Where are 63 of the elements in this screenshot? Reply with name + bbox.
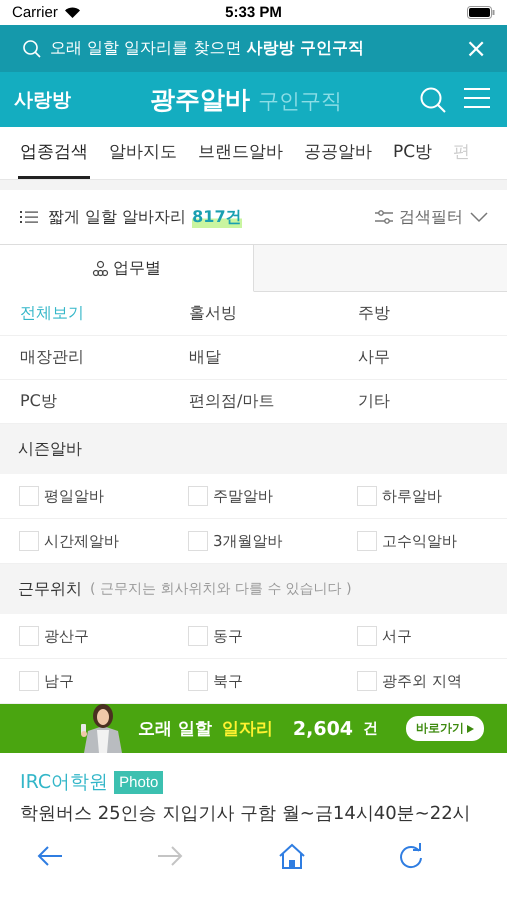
checkbox[interactable] bbox=[19, 671, 39, 691]
ad-unit: 건 bbox=[363, 719, 378, 738]
checkbox-label[interactable]: 광주외 지역 bbox=[382, 672, 462, 690]
section-title: 시즌알바 bbox=[18, 438, 82, 460]
category-option[interactable]: 사무 bbox=[338, 336, 507, 380]
nav-tab[interactable]: PC방 bbox=[391, 127, 434, 179]
menu-icon[interactable] bbox=[463, 86, 491, 110]
home-icon bbox=[276, 842, 307, 872]
checkbox-label[interactable]: 시간제알바 bbox=[44, 532, 119, 550]
ad-count: 2,604 bbox=[292, 718, 354, 740]
checkbox-label[interactable]: 3개월알바 bbox=[213, 532, 283, 550]
ad-text: 오래 일할 bbox=[138, 718, 212, 740]
checkbox[interactable] bbox=[19, 626, 39, 646]
battery-icon bbox=[467, 6, 495, 19]
photo-badge: Photo bbox=[114, 770, 164, 794]
checkbox-label[interactable]: 평일알바 bbox=[44, 486, 104, 506]
result-count: 817건 bbox=[192, 206, 242, 228]
checkbox[interactable] bbox=[357, 531, 377, 551]
nav-tab[interactable]: 업종검색 bbox=[18, 127, 90, 179]
checkbox[interactable] bbox=[19, 486, 39, 506]
checkbox[interactable] bbox=[188, 486, 208, 506]
checkbox-label[interactable]: 고수익알바 bbox=[382, 532, 457, 550]
view-tab[interactable]: 업무별 bbox=[0, 244, 254, 292]
wifi-icon bbox=[64, 6, 81, 19]
category-option[interactable]: 홀서빙 bbox=[169, 292, 338, 336]
nav-tab[interactable]: 공공알바 bbox=[302, 127, 374, 179]
checkbox[interactable] bbox=[188, 531, 208, 551]
checkbox-label[interactable]: 동구 bbox=[213, 626, 243, 646]
category-option[interactable]: 주방 bbox=[338, 292, 507, 336]
summary-text: 짧게 일할 알바자리 bbox=[48, 206, 186, 228]
checkbox[interactable] bbox=[357, 626, 377, 646]
play-icon bbox=[467, 724, 474, 732]
clock-time: 5:33 PM bbox=[225, 4, 282, 21]
category-option[interactable]: 매장관리 bbox=[0, 336, 169, 380]
category-option[interactable]: 배달 bbox=[169, 336, 338, 380]
section-title: 근무위치 bbox=[18, 578, 82, 600]
site-subtitle: 구인구직 bbox=[258, 88, 342, 115]
section-note: ( 근무지는 회사위치와 다를 수 있습니다 ) bbox=[90, 580, 352, 598]
checkbox-label[interactable]: 남구 bbox=[44, 672, 74, 690]
home-button[interactable] bbox=[276, 842, 307, 872]
checkbox-label[interactable]: 하루알바 bbox=[382, 486, 442, 506]
checkbox-label[interactable]: 서구 bbox=[382, 626, 412, 646]
job-title[interactable]: 학원버스 25인승 지입기사 구함 월~금14시40분~22시 bbox=[20, 801, 487, 825]
checkbox[interactable] bbox=[19, 531, 39, 551]
list-icon bbox=[20, 210, 38, 224]
nav-tab[interactable]: 알바지도 bbox=[107, 127, 179, 179]
search-icon bbox=[22, 38, 42, 58]
chevron-down-icon bbox=[469, 211, 489, 223]
people-icon bbox=[92, 260, 109, 276]
nav-tab[interactable]: 브랜드알바 bbox=[196, 127, 285, 179]
filter-icon bbox=[375, 209, 393, 225]
checkbox[interactable] bbox=[188, 626, 208, 646]
carrier-label: Carrier bbox=[12, 4, 58, 21]
checkbox[interactable] bbox=[357, 671, 377, 691]
checkbox[interactable] bbox=[357, 486, 377, 506]
ad-highlight: 일자리 bbox=[222, 718, 273, 740]
checkbox-label[interactable]: 광산구 bbox=[44, 626, 89, 646]
checkbox[interactable] bbox=[188, 671, 208, 691]
checkbox-label[interactable]: 북구 bbox=[213, 672, 243, 690]
go-button[interactable]: 바로가기 bbox=[406, 716, 484, 741]
checkbox-label[interactable]: 주말알바 bbox=[213, 486, 273, 506]
filter-button[interactable]: 검색필터 bbox=[375, 206, 489, 228]
search-icon[interactable] bbox=[419, 86, 447, 114]
